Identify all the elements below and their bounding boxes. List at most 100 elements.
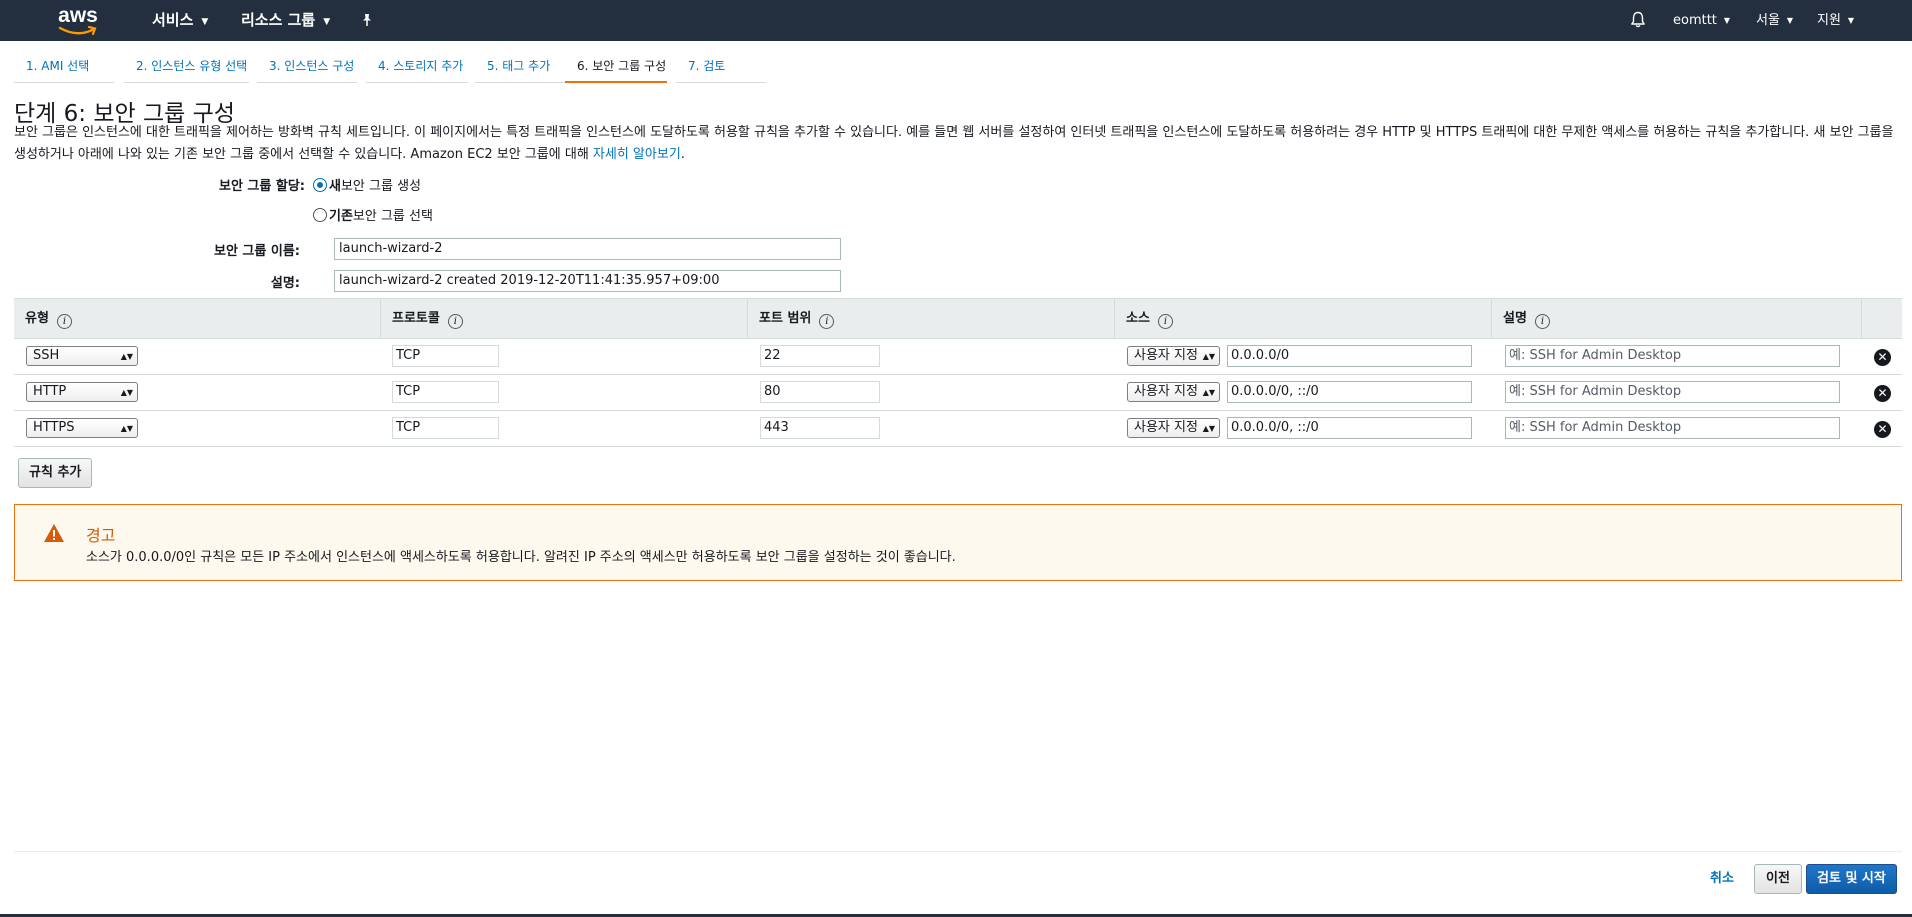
header-description: 설명 i — [1492, 299, 1862, 339]
resource-groups-label: 리소스 그룹 — [241, 11, 316, 29]
info-icon[interactable]: i — [56, 314, 72, 329]
rule-port-input[interactable]: 80 — [760, 381, 880, 403]
security-rules-table: 유형 i 프로토콜 i 포트 범위 i 소스 i 설명 i SSH ▲▼ TCP 22 사용… — [14, 298, 1902, 448]
rule-type-select[interactable]: HTTP ▲▼ — [26, 382, 138, 402]
rule-source-mode-select[interactable]: 사용자 지정 ▲▼ — [1127, 418, 1220, 438]
bell-icon-svg — [1631, 11, 1645, 28]
select-arrows-icon: ▲▼ — [120, 351, 133, 361]
radio-create-new-label: 보안 그룹 생성 — [340, 179, 421, 194]
table-header: 유형 i 프로토콜 i 포트 범위 i 소스 i 설명 i — [14, 298, 1902, 339]
select-arrows-icon: ▲▼ — [1202, 351, 1215, 361]
footer-divider — [14, 851, 1902, 852]
radio-select-existing-label: 보안 그룹 선택 — [352, 209, 433, 224]
previous-button[interactable]: 이전 — [1754, 864, 1802, 894]
pushpin-icon[interactable] — [360, 0, 374, 41]
pushpin-icon-svg — [363, 14, 371, 26]
radio-select-existing-button[interactable] — [313, 207, 327, 222]
info-icon[interactable]: i — [819, 314, 835, 329]
rule-source-mode-value: 사용자 지정 — [1134, 384, 1198, 399]
header-source-label: 소스 — [1126, 311, 1150, 326]
services-menu[interactable]: 서비스 ▼ — [152, 0, 208, 41]
remove-rule-icon[interactable]: ✕ — [1874, 421, 1891, 438]
radio-create-new[interactable]: 새 보안 그룹 생성 — [313, 175, 421, 194]
select-arrows-icon: ▲▼ — [120, 423, 133, 433]
warning-icon — [44, 524, 64, 542]
rule-protocol-input[interactable]: TCP — [392, 345, 499, 367]
chevron-down-icon: ▼ — [1786, 16, 1794, 25]
aws-logo[interactable]: aws — [56, 4, 100, 36]
add-rule-button[interactable]: 규칙 추가 — [18, 458, 93, 488]
bell-icon[interactable] — [1630, 0, 1646, 41]
select-arrows-icon: ▲▼ — [120, 387, 133, 397]
chevron-down-icon: ▼ — [201, 17, 209, 27]
step-instance-type[interactable]: 2. 인스턴스 유형 선택 — [124, 50, 249, 83]
rule-type-value: HTTPS — [33, 420, 75, 435]
remove-rule-icon[interactable]: ✕ — [1874, 349, 1891, 366]
support-label: 지원 — [1817, 13, 1841, 28]
remove-rule-icon[interactable]: ✕ — [1874, 385, 1891, 402]
step-storage[interactable]: 4. 스토리지 추가 — [366, 50, 468, 83]
top-navigation-bar: aws 서비스 ▼ 리소스 그룹 ▼ eomttt ▼ 서울 ▼ 지원 ▼ — [0, 0, 1912, 41]
header-port-range-label: 포트 범위 — [759, 311, 812, 326]
header-source: 소스 i — [1115, 299, 1492, 339]
select-arrows-icon: ▲▼ — [1202, 423, 1215, 433]
rule-source-mode-value: 사용자 지정 — [1134, 348, 1198, 363]
cancel-button[interactable]: 취소 — [1710, 869, 1734, 889]
security-group-description-input[interactable]: launch-wizard-2 created 2019-12-20T11:41… — [334, 270, 841, 292]
step-tags[interactable]: 5. 태그 추가 — [475, 50, 565, 83]
rule-description-input[interactable]: 예: SSH for Admin Desktop — [1505, 381, 1840, 403]
header-description-label: 설명 — [1503, 311, 1527, 326]
rule-type-select[interactable]: SSH ▲▼ — [26, 346, 138, 366]
step-ami[interactable]: 1. AMI 선택 — [14, 50, 114, 83]
rule-protocol-input[interactable]: TCP — [392, 381, 499, 403]
aws-logo-text: aws — [58, 4, 98, 27]
select-arrows-icon: ▲▼ — [1202, 387, 1215, 397]
user-name: eomttt — [1673, 13, 1717, 28]
table-row: SSH ▲▼ TCP 22 사용자 지정 ▲▼ 0.0.0.0/0 예: SSH f… — [14, 339, 1902, 375]
rule-port-input[interactable]: 22 — [760, 345, 880, 367]
rule-source-input[interactable]: 0.0.0.0/0 — [1227, 345, 1472, 367]
header-port-range: 포트 범위 i — [748, 299, 1115, 339]
chevron-down-icon: ▼ — [1723, 16, 1731, 25]
step-instance-config[interactable]: 3. 인스턴스 구성 — [257, 50, 357, 83]
resource-groups-menu[interactable]: 리소스 그룹 ▼ — [241, 0, 330, 41]
info-icon[interactable]: i — [1534, 314, 1550, 329]
rule-source-mode-value: 사용자 지정 — [1134, 420, 1198, 435]
learn-more-link[interactable]: 자세히 알아보기 — [593, 147, 681, 162]
radio-select-existing-bold: 기존 — [329, 209, 353, 224]
rule-protocol-input[interactable]: TCP — [392, 417, 499, 439]
rule-source-input[interactable]: 0.0.0.0/0, ::/0 — [1227, 381, 1472, 403]
aws-smile-icon — [58, 26, 97, 36]
description-period: . — [680, 147, 685, 162]
services-label: 서비스 — [152, 11, 194, 29]
step-security-group[interactable]: 6. 보안 그룹 구성 — [565, 50, 667, 83]
user-menu[interactable]: eomttt ▼ — [1673, 0, 1730, 41]
rule-source-input[interactable]: 0.0.0.0/0, ::/0 — [1227, 417, 1472, 439]
warning-text: 소스가 0.0.0.0/0인 규칙은 모든 IP 주소에서 인스턴스에 액세스하… — [86, 550, 956, 565]
rule-description-input[interactable]: 예: SSH for Admin Desktop — [1505, 417, 1840, 439]
header-protocol: 프로토콜 i — [381, 299, 748, 339]
review-and-launch-button[interactable]: 검토 및 시작 — [1806, 864, 1897, 894]
rule-description-input[interactable]: 예: SSH for Admin Desktop — [1505, 345, 1840, 367]
description-text: 보안 그룹은 인스턴스에 대한 트래픽을 제어하는 방화벽 규칙 세트입니다. … — [14, 125, 1894, 162]
support-menu[interactable]: 지원 ▼ — [1817, 0, 1854, 41]
info-icon[interactable]: i — [447, 314, 463, 329]
rule-type-value: HTTP — [33, 384, 67, 399]
security-group-name-input[interactable]: launch-wizard-2 — [334, 238, 841, 260]
assign-security-group-label: 보안 그룹 할당: — [218, 179, 305, 194]
rule-source-mode-select[interactable]: 사용자 지정 ▲▼ — [1127, 382, 1220, 402]
radio-select-existing[interactable]: 기존 보안 그룹 선택 — [313, 205, 433, 224]
security-group-description-label: 설명: — [270, 276, 300, 291]
rule-port-input[interactable]: 443 — [760, 417, 880, 439]
rule-type-select[interactable]: HTTPS ▲▼ — [26, 418, 138, 438]
region-menu[interactable]: 서울 ▼ — [1756, 0, 1793, 41]
header-type: 유형 i — [14, 299, 381, 339]
rule-source-mode-select[interactable]: 사용자 지정 ▲▼ — [1127, 346, 1220, 366]
info-icon[interactable]: i — [1157, 314, 1173, 329]
header-type-label: 유형 — [25, 311, 49, 326]
radio-create-new-button[interactable] — [313, 177, 327, 192]
step-review[interactable]: 7. 검토 — [676, 50, 766, 83]
table-row: HTTPS ▲▼ TCP 443 사용자 지정 ▲▼ 0.0.0.0/0, ::/0… — [14, 411, 1902, 447]
security-group-name-label: 보안 그룹 이름: — [213, 244, 300, 259]
region-name: 서울 — [1756, 13, 1780, 28]
